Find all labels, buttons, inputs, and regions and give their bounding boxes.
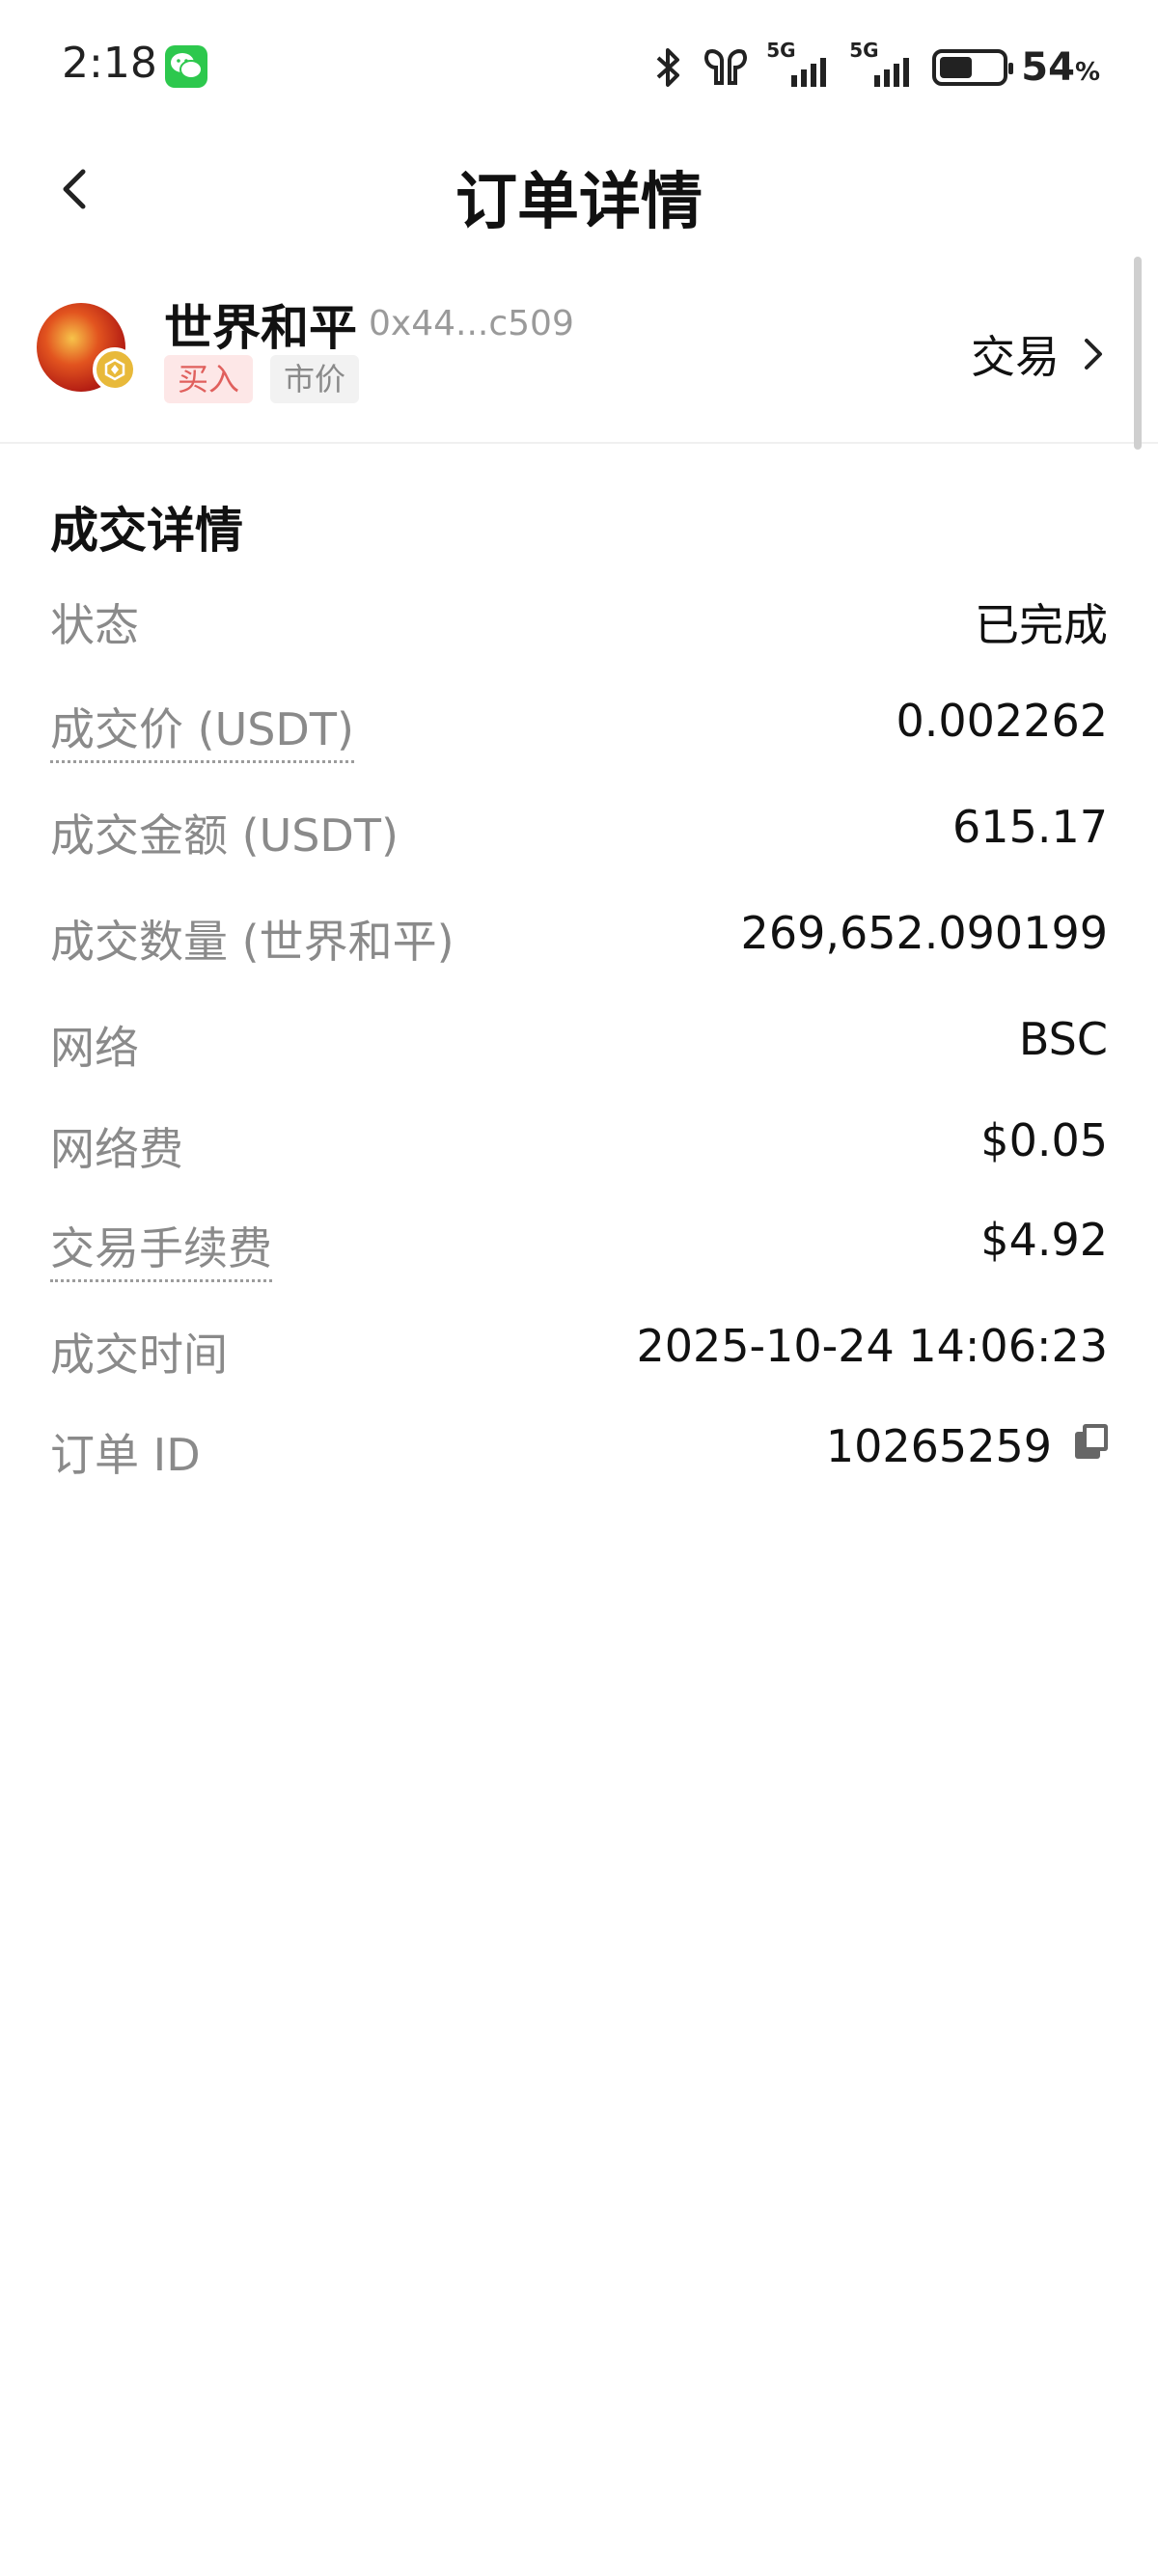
detail-value: 已完成	[975, 599, 1108, 651]
detail-value: 2025-10-24 14:06:23	[636, 1320, 1108, 1372]
token-name: 世界和平	[164, 300, 357, 356]
detail-label: 成交数量 (世界和平)	[50, 916, 455, 968]
trade-link-label: 交易	[971, 331, 1060, 383]
detail-row-network: 网络 BSC	[50, 1013, 1108, 1081]
detail-value: 10265259	[825, 1420, 1052, 1472]
market-order-tag: 市价	[270, 355, 360, 403]
status-time: 2:18	[62, 39, 157, 88]
scrollbar[interactable]	[1134, 257, 1142, 450]
detail-label: 网络费	[50, 1123, 183, 1175]
detail-row-trading-fee[interactable]: 交易手续费 $4.92	[50, 1214, 1108, 1282]
detail-row-status: 状态 已完成	[50, 590, 1108, 658]
detail-row-network-fee: 网络费 $0.05	[50, 1114, 1108, 1182]
detail-row-amount: 成交金额 (USDT) 615.17	[50, 801, 1108, 868]
detail-value: 615.17	[952, 801, 1108, 853]
detail-row-quantity: 成交数量 (世界和平) 269,652.090199	[50, 907, 1108, 974]
detail-label[interactable]: 交易手续费	[50, 1214, 272, 1282]
earbuds-icon	[704, 49, 748, 85]
detail-label: 状态	[50, 599, 139, 651]
detail-label: 网络	[50, 1022, 139, 1074]
detail-label: 成交金额 (USDT)	[50, 809, 399, 862]
signal-icon-2: 5G	[849, 39, 919, 95]
battery-icon	[932, 49, 1014, 86]
detail-value: $4.92	[980, 1214, 1108, 1266]
detail-value: BSC	[1018, 1013, 1108, 1065]
detail-label[interactable]: 成交价 (USDT)	[50, 695, 354, 763]
signal-icon-1: 5G	[766, 39, 836, 95]
detail-value: 269,652.090199	[740, 907, 1108, 959]
detail-row-price[interactable]: 成交价 (USDT) 0.002262	[50, 695, 1109, 763]
detail-value: 0.002262	[896, 695, 1109, 747]
chevron-right-icon	[1085, 339, 1102, 370]
trade-link[interactable]: 交易	[971, 322, 1108, 386]
buy-tag: 买入	[164, 355, 254, 403]
bsc-chain-icon	[93, 347, 137, 392]
page-title: 订单详情	[455, 167, 703, 238]
token-address: 0x44...c509	[369, 304, 574, 343]
detail-label: 成交时间	[50, 1329, 228, 1381]
section-title: 成交详情	[50, 503, 243, 559]
detail-row-time: 成交时间 2025-10-24 14:06:23	[50, 1320, 1108, 1387]
detail-label: 订单 ID	[50, 1429, 201, 1481]
battery-percent: 54%	[1021, 45, 1100, 90]
token-row[interactable]: 世界和平 0x44...c509 买入 市价 交易	[0, 260, 1158, 444]
wechat-icon	[165, 45, 207, 88]
status-icons: 5G 5G 54%	[650, 39, 1100, 96]
page-header: 订单详情	[0, 135, 1158, 251]
battery-fill	[940, 57, 973, 78]
bluetooth-icon	[656, 48, 680, 87]
detail-value: $0.05	[980, 1114, 1108, 1166]
status-bar: 2:18 5G 5G 54%	[0, 0, 1158, 135]
detail-row-order-id: 订单 ID 10265259	[50, 1420, 1108, 1488]
copy-icon[interactable]	[1075, 1424, 1108, 1459]
